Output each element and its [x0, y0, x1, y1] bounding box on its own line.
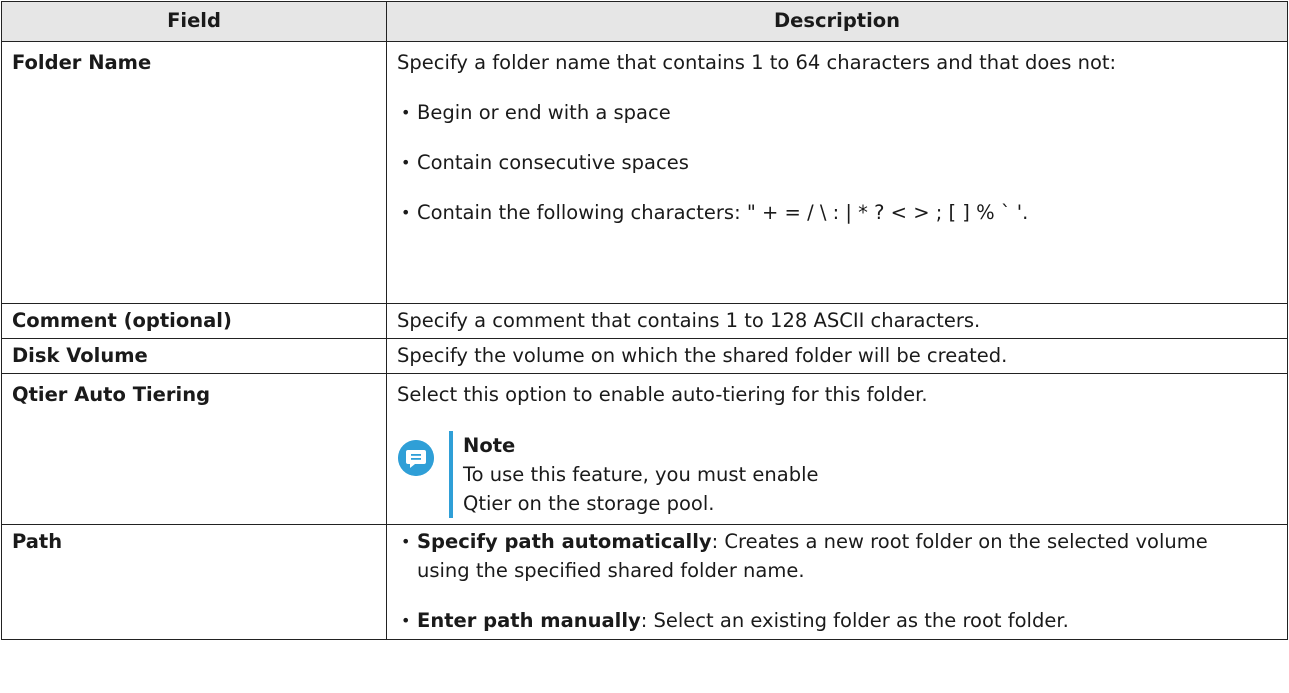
- folder-name-rules: Begin or end with a space Contain consec…: [397, 98, 1277, 227]
- table-row-folder-name: Folder Name Specify a folder name that c…: [1, 41, 1288, 304]
- description-qtier: Select this option to enable auto-tierin…: [386, 373, 1288, 525]
- table-header-row: Field Description: [1, 1, 1288, 42]
- table-row-comment: Comment (optional) Specify a comment tha…: [1, 303, 1288, 339]
- description-folder-name: Specify a folder name that contains 1 to…: [386, 41, 1288, 304]
- settings-table: Field Description Folder Name Specify a …: [1, 1, 1288, 640]
- field-disk-volume: Disk Volume: [1, 338, 387, 374]
- list-item: Enter path manually: Select an existing …: [397, 606, 1277, 635]
- list-item: Specify path automatically: Creates a ne…: [397, 527, 1277, 585]
- table-row-disk-volume: Disk Volume Specify the volume on which …: [1, 338, 1288, 374]
- list-item: Contain consecutive spaces: [397, 148, 1277, 177]
- note-title: Note: [463, 434, 516, 457]
- note-content: Note To use this feature, you must enabl…: [463, 431, 873, 518]
- list-item: Contain the following characters: " + = …: [397, 198, 1277, 227]
- list-item: Begin or end with a space: [397, 98, 1277, 127]
- qtier-description: Select this option to enable auto-tierin…: [397, 383, 928, 406]
- path-option-label: Enter path manually: [417, 609, 641, 632]
- field-qtier: Qtier Auto Tiering: [1, 373, 387, 525]
- field-comment: Comment (optional): [1, 303, 387, 339]
- path-option-text: : Select an existing folder as the root …: [640, 609, 1069, 632]
- table-row-path: Path Specify path automatically: Creates…: [1, 524, 1288, 640]
- description-disk-volume: Specify the volume on which the shared f…: [386, 338, 1288, 374]
- table-row-qtier: Qtier Auto Tiering Select this option to…: [1, 373, 1288, 525]
- note-bar: [449, 431, 453, 518]
- field-folder-name: Folder Name: [1, 41, 387, 304]
- header-field: Field: [1, 1, 387, 42]
- description-path: Specify path automatically: Creates a ne…: [386, 524, 1288, 640]
- header-description: Description: [386, 1, 1288, 42]
- note-box: Note To use this feature, you must enabl…: [397, 431, 1277, 518]
- path-option-label: Specify path automatically: [417, 530, 712, 553]
- folder-name-intro: Specify a folder name that contains 1 to…: [397, 51, 1117, 74]
- field-path: Path: [1, 524, 387, 640]
- note-body: To use this feature, you must enable Qti…: [463, 463, 819, 515]
- path-options: Specify path automatically: Creates a ne…: [397, 527, 1277, 635]
- description-comment: Specify a comment that contains 1 to 128…: [386, 303, 1288, 339]
- note-icon: [398, 440, 434, 476]
